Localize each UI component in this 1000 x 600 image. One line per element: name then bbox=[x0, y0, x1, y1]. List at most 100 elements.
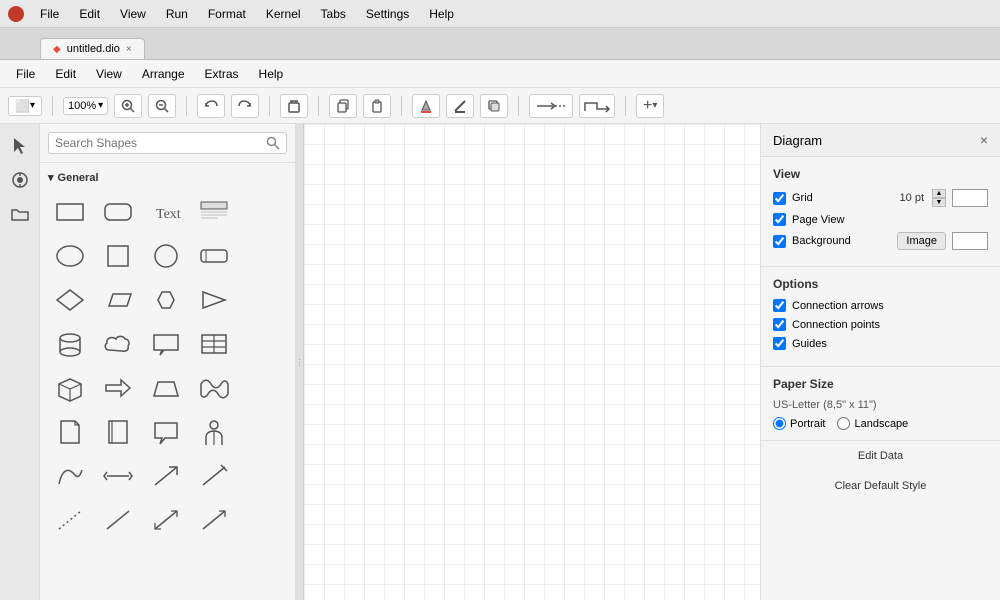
panel-close-button[interactable]: × bbox=[980, 132, 988, 148]
shape-heading[interactable] bbox=[192, 192, 236, 232]
doc-menu-help[interactable]: Help bbox=[251, 65, 292, 83]
grid-label: Grid bbox=[792, 192, 894, 204]
grid-spinner: ▲ ▼ bbox=[932, 189, 946, 207]
shape-trapezoid[interactable] bbox=[144, 368, 188, 408]
portrait-option[interactable]: Portrait bbox=[773, 417, 825, 430]
shape-diagonal-arrow[interactable] bbox=[144, 456, 188, 496]
background-color-swatch[interactable] bbox=[952, 232, 988, 250]
shape-cloud[interactable] bbox=[96, 324, 140, 364]
shape-diamond[interactable] bbox=[48, 280, 92, 320]
doc-menu-extras[interactable]: Extras bbox=[197, 65, 247, 83]
grid-increment[interactable]: ▲ bbox=[932, 189, 946, 198]
line-color-button[interactable] bbox=[446, 94, 474, 118]
menu-settings[interactable]: Settings bbox=[358, 5, 417, 23]
shape-page-alt[interactable] bbox=[96, 412, 140, 452]
grid-decrement[interactable]: ▼ bbox=[932, 198, 946, 207]
shadow-button[interactable] bbox=[480, 94, 508, 118]
menu-format[interactable]: Format bbox=[200, 5, 254, 23]
shape-callout[interactable] bbox=[144, 324, 188, 364]
shape-hexagon[interactable] bbox=[144, 280, 188, 320]
shape-rrect-outline[interactable] bbox=[192, 236, 236, 276]
shape-square[interactable] bbox=[96, 236, 140, 276]
connection-points-checkbox[interactable] bbox=[773, 318, 786, 331]
grid-color-swatch[interactable] bbox=[952, 189, 988, 207]
doc-menu-edit[interactable]: Edit bbox=[47, 65, 84, 83]
page-view-checkbox[interactable] bbox=[773, 213, 786, 226]
shape-arrow[interactable] bbox=[96, 368, 140, 408]
fill-color-button[interactable] bbox=[412, 94, 440, 118]
shape-cube[interactable] bbox=[48, 368, 92, 408]
shape-cylinder[interactable] bbox=[48, 324, 92, 364]
copy-button[interactable] bbox=[329, 94, 357, 118]
canvas-area[interactable]: ↖ bbox=[304, 124, 760, 600]
shape-speech-bubble[interactable] bbox=[144, 412, 188, 452]
grid-checkbox[interactable] bbox=[773, 192, 786, 205]
panel-header: Diagram × bbox=[761, 124, 1000, 157]
undo-button[interactable] bbox=[197, 94, 225, 118]
doc-menu-file[interactable]: File bbox=[8, 65, 43, 83]
connection-style-button[interactable] bbox=[529, 94, 573, 118]
shape-curve[interactable] bbox=[48, 456, 92, 496]
menu-tabs[interactable]: Tabs bbox=[313, 5, 354, 23]
rail-color-tool[interactable] bbox=[5, 166, 35, 194]
shape-line[interactable] bbox=[96, 500, 140, 540]
general-section-header[interactable]: ▾ General bbox=[40, 167, 295, 188]
redo-button[interactable] bbox=[231, 94, 259, 118]
shape-triangle[interactable] bbox=[192, 280, 236, 320]
shape-page[interactable] bbox=[48, 412, 92, 452]
panel-title: Diagram bbox=[773, 133, 822, 148]
zoom-in-button[interactable] bbox=[114, 94, 142, 118]
menu-kernel[interactable]: Kernel bbox=[258, 5, 309, 23]
shape-double-arrow[interactable] bbox=[96, 456, 140, 496]
toolbar-sep-6 bbox=[518, 96, 519, 116]
menu-run[interactable]: Run bbox=[158, 5, 196, 23]
orientation-group: Portrait Landscape bbox=[773, 417, 988, 430]
tab-close-button[interactable]: × bbox=[126, 44, 132, 55]
clear-default-style-link[interactable]: Clear Default Style bbox=[773, 477, 988, 495]
rail-cursor-tool[interactable] bbox=[5, 132, 35, 160]
shape-ellipse[interactable] bbox=[48, 236, 92, 276]
tab-bar: ◆ untitled.dio × bbox=[0, 28, 1000, 60]
waypoint-style-button[interactable] bbox=[579, 94, 615, 118]
doc-menu-arrange[interactable]: Arrange bbox=[134, 65, 193, 83]
shape-diagonal-line[interactable] bbox=[192, 456, 236, 496]
shape-text[interactable]: Text bbox=[144, 192, 188, 232]
connection-arrows-checkbox[interactable] bbox=[773, 299, 786, 312]
rail-folder-tool[interactable] bbox=[5, 200, 35, 228]
background-checkbox[interactable] bbox=[773, 235, 786, 248]
portrait-radio[interactable] bbox=[773, 417, 786, 430]
landscape-radio[interactable] bbox=[837, 417, 850, 430]
paste-button[interactable] bbox=[363, 94, 391, 118]
menu-file[interactable]: File bbox=[32, 5, 67, 23]
guides-checkbox[interactable] bbox=[773, 337, 786, 350]
insert-button[interactable]: + ▾ bbox=[636, 94, 664, 118]
document-tab[interactable]: ◆ untitled.dio × bbox=[40, 38, 145, 59]
landscape-option[interactable]: Landscape bbox=[837, 417, 908, 430]
zoom-control[interactable]: 100% ▾ bbox=[63, 97, 108, 115]
sidebar-collapse-handle[interactable]: ⋮ bbox=[296, 124, 304, 600]
shape-bidirectional-arrow[interactable] bbox=[144, 500, 188, 540]
shapes-panel: ▾ General Text bbox=[40, 163, 295, 600]
options-section: Options Connection arrows Connection poi… bbox=[761, 267, 1000, 367]
shape-rectangle[interactable] bbox=[48, 192, 92, 232]
search-shapes-input[interactable] bbox=[55, 136, 262, 150]
edit-data-row: Edit Data bbox=[761, 441, 1000, 471]
shape-person[interactable] bbox=[192, 412, 236, 452]
doc-menu-view[interactable]: View bbox=[88, 65, 130, 83]
shape-table[interactable] bbox=[192, 324, 236, 364]
menu-view[interactable]: View bbox=[112, 5, 154, 23]
background-image-button[interactable]: Image bbox=[897, 232, 946, 250]
shape-wave[interactable] bbox=[192, 368, 236, 408]
shape-circle[interactable] bbox=[144, 236, 188, 276]
delete-button[interactable] bbox=[280, 94, 308, 118]
menu-edit[interactable]: Edit bbox=[71, 5, 108, 23]
shape-directional-arrow[interactable] bbox=[192, 500, 236, 540]
shape-parallelogram[interactable] bbox=[96, 280, 140, 320]
page-format-select[interactable]: ⬜ ▾ bbox=[8, 96, 42, 116]
shape-dotted-line[interactable] bbox=[48, 500, 92, 540]
shape-rounded-rect[interactable] bbox=[96, 192, 140, 232]
edit-data-link[interactable]: Edit Data bbox=[773, 447, 988, 465]
zoom-out-button[interactable] bbox=[148, 94, 176, 118]
menu-help[interactable]: Help bbox=[421, 5, 462, 23]
icon-rail bbox=[0, 124, 40, 600]
